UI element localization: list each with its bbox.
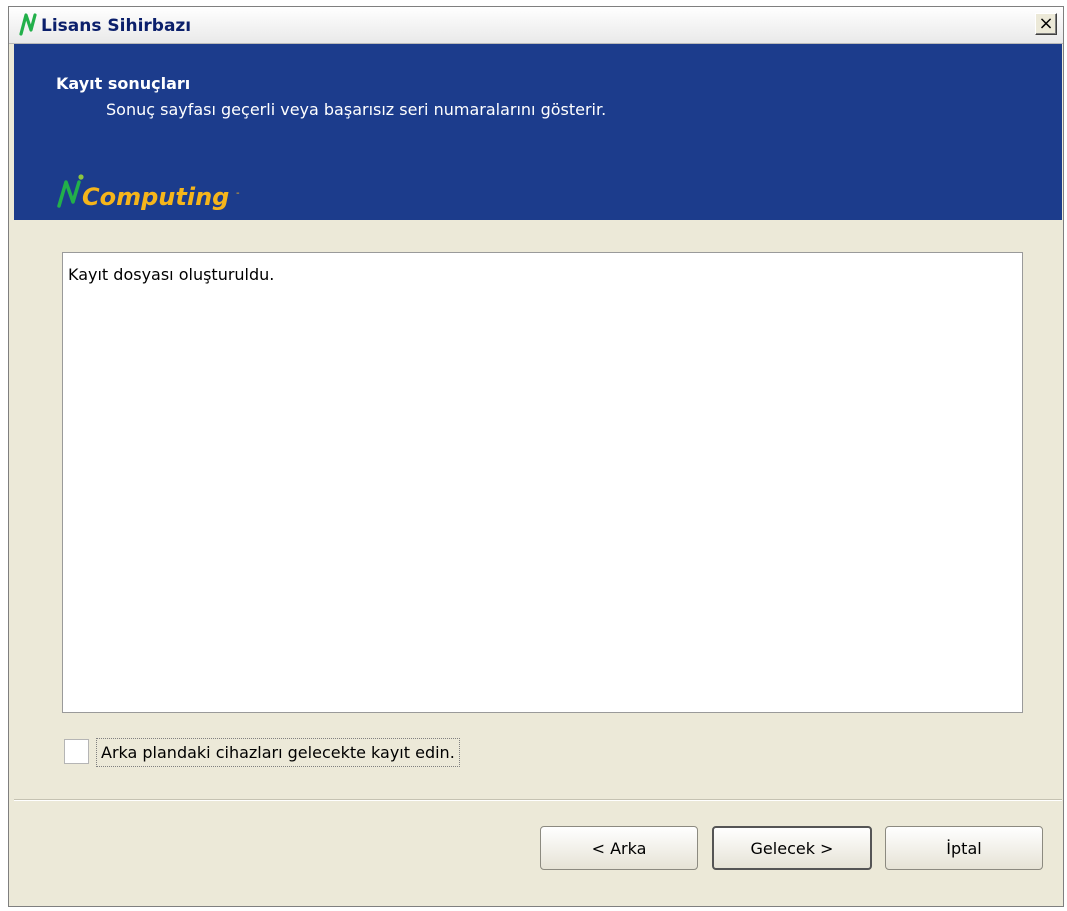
ncomputing-logo: Computing -	[57, 174, 240, 211]
page-subtitle: Sonuç sayfası geçerli veya başarısız ser…	[106, 100, 607, 119]
title-bar[interactable]: Lisans Sihirbazı ×	[9, 7, 1063, 44]
window-title: Lisans Sihirbazı	[41, 16, 192, 36]
brand-name: Computing	[82, 183, 229, 211]
next-button[interactable]: Gelecek >	[712, 826, 872, 870]
results-box[interactable]: Kayıt dosyası oluşturuldu.	[62, 252, 1023, 713]
app-logo-icon	[19, 13, 37, 36]
register-later-checkbox[interactable]	[64, 739, 89, 764]
results-text: Kayıt dosyası oluşturuldu.	[68, 265, 275, 284]
svg-text:-: -	[236, 188, 240, 199]
wizard-header: Kayıt sonuçları Sonuç sayfası geçerli ve…	[14, 44, 1062, 220]
footer-separator	[14, 799, 1062, 801]
page-title: Kayıt sonuçları	[56, 74, 191, 93]
back-button[interactable]: < Arka	[540, 826, 698, 870]
close-icon: ×	[1038, 13, 1054, 34]
register-later-label[interactable]: Arka plandaki cihazları gelecekte kayıt …	[96, 738, 460, 767]
close-button[interactable]: ×	[1035, 13, 1057, 35]
cancel-button[interactable]: İptal	[885, 826, 1043, 870]
license-wizard-window: Lisans Sihirbazı × Kayıt sonuçları Sonuç…	[8, 6, 1064, 907]
